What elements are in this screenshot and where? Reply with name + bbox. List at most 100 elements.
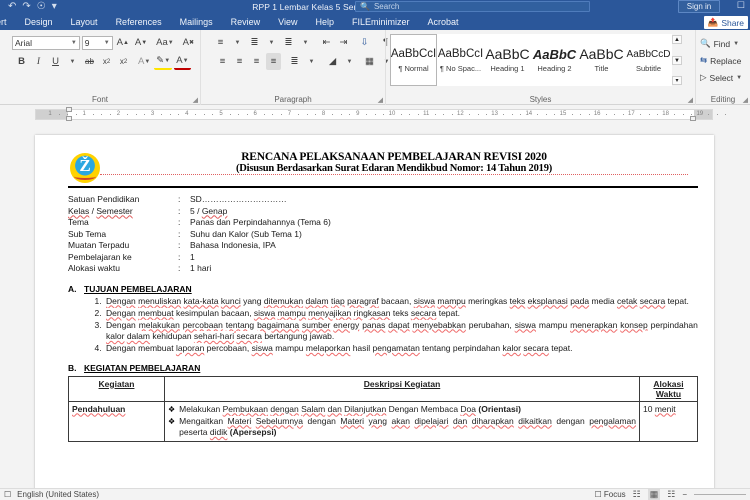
language-label[interactable]: English (United States) xyxy=(17,490,99,499)
grow-font-button[interactable]: A ▲ xyxy=(115,34,131,51)
header-rule xyxy=(68,186,698,188)
window-controls[interactable]: ☐ xyxy=(737,0,748,11)
style-heading-2[interactable]: AaBbC Heading 2 xyxy=(531,34,578,86)
focus-button[interactable]: ☐ Focus xyxy=(594,490,625,499)
scroll-down-icon[interactable]: ▼ xyxy=(672,56,682,65)
redo-icon[interactable]: ↷ xyxy=(22,2,30,12)
italic-button[interactable]: I xyxy=(31,53,46,70)
quick-access-toolbar[interactable]: ↶ ↷ ☉ ▾ xyxy=(0,2,57,12)
align-center-button[interactable]: ≡ xyxy=(232,53,247,70)
style-no-spacing[interactable]: AaBbCcI ¶ No Spac... xyxy=(437,34,484,86)
shading-button[interactable]: ◢ xyxy=(325,53,340,70)
justify-button[interactable]: ≡ xyxy=(266,53,281,70)
title-bar: ↶ ↷ ☉ ▾ RPP 1 Lembar Kelas 5 Semester 2 … xyxy=(0,0,750,14)
qat-customize-icon[interactable]: ▾ xyxy=(52,2,57,12)
select-button[interactable]: ▷ Select ▼ xyxy=(700,69,746,86)
tab-acrobat[interactable]: Acrobat xyxy=(419,14,468,30)
document-page[interactable]: RENCANA PELAKSANAAN PEMBELAJARAN REVISI … xyxy=(35,135,714,488)
sort-button[interactable]: ⇩ xyxy=(357,34,372,51)
share-button[interactable]: 📤 Share xyxy=(704,16,748,29)
left-indent-marker[interactable] xyxy=(66,116,72,121)
style-normal[interactable]: AaBbCcI ¶ Normal xyxy=(390,34,437,86)
multilevel-list-button[interactable]: ≣ xyxy=(281,34,296,51)
change-case-button[interactable]: Aa ▼ xyxy=(154,34,176,51)
increase-indent-button[interactable]: ⇥ xyxy=(336,34,351,51)
styles-dialog-launcher[interactable]: ◢ xyxy=(688,96,693,104)
font-dialog-launcher[interactable]: ◢ xyxy=(193,96,198,104)
strikethrough-button[interactable]: ab xyxy=(82,53,97,70)
text-highlight-color-button[interactable]: ✎ ▼ xyxy=(154,53,172,70)
search-input[interactable]: Search xyxy=(374,2,399,11)
tab-insert[interactable]: ert xyxy=(0,14,16,30)
font-color-button[interactable]: A ▼ xyxy=(174,53,190,70)
more-styles-icon[interactable]: ▾ xyxy=(672,76,682,85)
decrease-indent-button[interactable]: ⇤ xyxy=(319,34,334,51)
search-box[interactable]: 🔍 Search xyxy=(355,1,590,12)
styles-gallery[interactable]: AaBbCcI ¶ Normal AaBbCcI ¶ No Spac... Aa… xyxy=(390,34,691,86)
subscript-button[interactable]: x2 xyxy=(99,53,114,70)
clear-formatting-button[interactable]: A ✖ xyxy=(181,34,196,51)
numbering-options-icon[interactable]: ▼ xyxy=(264,34,279,51)
align-left-button[interactable]: ≡ xyxy=(215,53,230,70)
tab-design[interactable]: Design xyxy=(16,14,62,30)
status-bar: ☐ English (United States) ☐ Focus ☷ ▦ ☷ … xyxy=(0,488,750,500)
style-title[interactable]: AaBbC Title xyxy=(578,34,625,86)
replace-button[interactable]: ⇆ Replace xyxy=(700,52,746,69)
tab-fileminimizer[interactable]: FILEminimizer xyxy=(343,14,419,30)
find-button[interactable]: 🔍 Find ▼ xyxy=(700,35,746,52)
tab-mailings[interactable]: Mailings xyxy=(171,14,222,30)
line-spacing-options-icon[interactable]: ▼ xyxy=(304,53,319,70)
scroll-up-icon[interactable]: ▲ xyxy=(672,35,682,44)
kegiatan-table: Kegiatan Deskripsi Kegiatan Alokasi Waktu… xyxy=(68,376,698,442)
superscript-button[interactable]: x2 xyxy=(116,53,131,70)
shading-options-icon[interactable]: ▼ xyxy=(342,53,357,70)
underline-options-icon[interactable]: ▼ xyxy=(65,53,80,70)
identity-row: Muatan Terpadu: Bahasa Indonesia, IPA xyxy=(68,240,698,252)
restore-icon[interactable]: ☐ xyxy=(737,0,745,11)
tab-references[interactable]: References xyxy=(107,14,171,30)
styles-group-label: Styles xyxy=(386,95,695,104)
styles-gallery-scroll[interactable]: ▲ ▼ ▾ xyxy=(672,34,682,86)
ruler-minor-tick xyxy=(178,114,179,115)
align-right-button[interactable]: ≡ xyxy=(249,53,264,70)
ruler-minor-tick xyxy=(580,114,581,115)
ribbon-tabs[interactable]: ert Design Layout References Mailings Re… xyxy=(0,14,750,30)
print-layout-icon[interactable]: ▦ xyxy=(648,489,661,500)
undo-icon[interactable]: ↶ xyxy=(8,2,16,12)
borders-button[interactable]: ▦ xyxy=(362,53,377,70)
tab-layout[interactable]: Layout xyxy=(62,14,107,30)
touch-mode-icon[interactable]: ☉ xyxy=(37,2,46,12)
web-layout-icon[interactable]: ☷ xyxy=(667,489,675,500)
identity-colon: : xyxy=(178,217,190,229)
style-subtitle[interactable]: AaBbCcD Subtitle xyxy=(625,34,672,86)
sign-in-button[interactable]: Sign in xyxy=(678,0,720,13)
editing-dialog-launcher[interactable]: ◢ xyxy=(743,96,748,104)
zoom-out-button[interactable]: − xyxy=(682,490,687,499)
line-spacing-button[interactable]: ≣ xyxy=(287,53,302,70)
document-canvas[interactable]: RENCANA PELAKSANAAN PEMBELAJARAN REVISI … xyxy=(0,127,750,488)
paragraph-dialog-launcher[interactable]: ◢ xyxy=(378,96,383,104)
underline-button[interactable]: U xyxy=(48,53,63,70)
horizontal-ruler[interactable]: 1 1 2 3 4 5 6 7 8 9 10 11 12 13 14 15 16 17 18 19 xyxy=(35,109,713,120)
bold-button[interactable]: B xyxy=(14,53,29,70)
proofing-icon[interactable]: ☐ xyxy=(4,490,11,499)
ruler-minor-tick xyxy=(281,114,282,115)
multilevel-options-icon[interactable]: ▼ xyxy=(298,34,313,51)
ruler-minor-tick xyxy=(623,114,624,115)
text-effects-button[interactable]: A ▼ xyxy=(136,53,152,70)
bullets-options-icon[interactable]: ▼ xyxy=(230,34,245,51)
tujuan-list: Dengan menuliskan kata-kata kunci yang d… xyxy=(104,296,698,355)
shrink-font-button[interactable]: A ▼ xyxy=(133,34,149,51)
right-indent-marker[interactable] xyxy=(690,116,696,121)
tab-help[interactable]: Help xyxy=(306,14,343,30)
font-name-combo[interactable]: Arial ▼ xyxy=(12,36,80,50)
font-size-combo[interactable]: 9 ▼ xyxy=(82,36,113,50)
zoom-slider[interactable] xyxy=(694,494,746,495)
first-line-indent-marker[interactable] xyxy=(66,107,72,112)
numbering-button[interactable]: ≣ xyxy=(247,34,262,51)
style-heading-1[interactable]: AaBbC Heading 1 xyxy=(484,34,531,86)
tab-review[interactable]: Review xyxy=(222,14,270,30)
read-mode-icon[interactable]: ☷ xyxy=(633,489,641,500)
bullets-button[interactable]: ≡ xyxy=(213,34,228,51)
tab-view[interactable]: View xyxy=(269,14,306,30)
